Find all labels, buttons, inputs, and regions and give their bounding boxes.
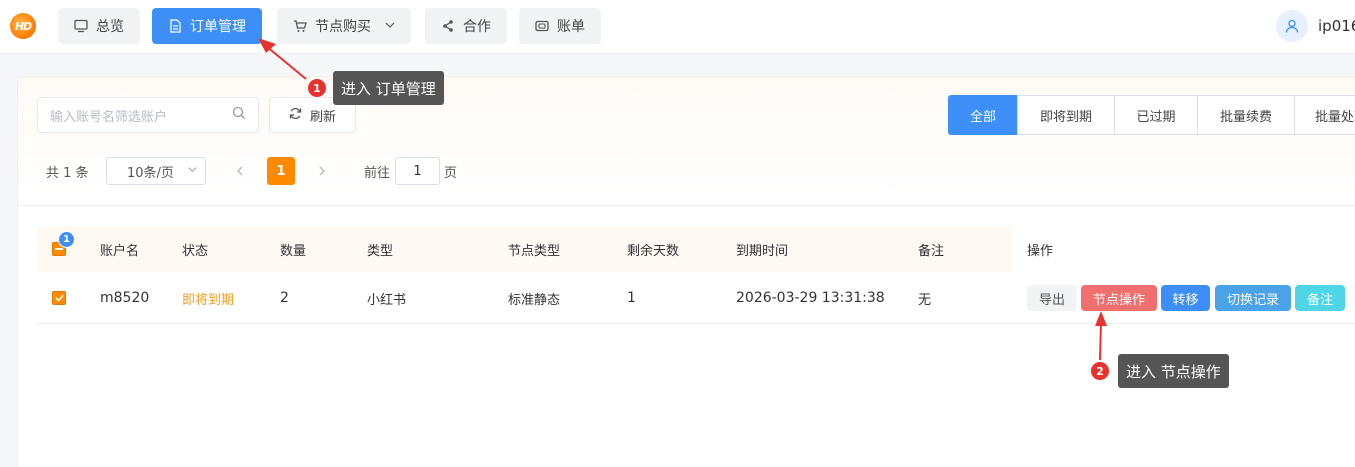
cell-days-left: 1 [627, 290, 636, 306]
selected-count-badge: 1 [58, 231, 75, 248]
monitor-icon [74, 19, 88, 33]
chevron-down-icon [188, 165, 197, 177]
page-size-value: 10条/页 [127, 165, 174, 181]
column-header-node-type: 节点类型 [508, 243, 561, 259]
filter-expiring-soon[interactable]: 即将到期 [1017, 95, 1115, 135]
filter-expired[interactable]: 已过期 [1114, 95, 1198, 135]
top-navigation-bar: HD 总览 订单管理 节点购买 合作 账单 ip01 [0, 0, 1355, 54]
user-menu[interactable]: ip0168 [1276, 10, 1355, 42]
refresh-icon [289, 107, 302, 124]
prev-page-button[interactable] [230, 157, 250, 185]
search-placeholder: 输入账号名筛选账户 [50, 109, 168, 125]
nav-tab-overview[interactable]: 总览 [58, 8, 140, 44]
status-filter-group: 全部 即将到期 已过期 批量续费 批量处理 [948, 95, 1355, 135]
share-icon [441, 19, 455, 33]
column-header-type: 类型 [367, 243, 394, 259]
annotation-step-2-badge: 2 [1090, 361, 1110, 381]
goto-page-input[interactable]: 1 [395, 157, 440, 185]
total-count: 共 1 条 [46, 165, 89, 181]
nav-tab-order-management[interactable]: 订单管理 [152, 8, 262, 44]
cell-account: m8520 [100, 290, 150, 306]
user-avatar-icon [1276, 10, 1308, 42]
export-button[interactable]: 导出 [1027, 285, 1077, 311]
column-header-expire-time: 到期时间 [736, 243, 789, 259]
username: ip0168 [1318, 17, 1355, 35]
nav-tab-label: 总览 [96, 19, 124, 35]
filter-batch-renew[interactable]: 批量续费 [1197, 95, 1295, 135]
remark-button[interactable]: 备注 [1295, 285, 1345, 311]
nav-tab-label: 账单 [557, 19, 585, 35]
filter-batch-process[interactable]: 批量处理 [1294, 95, 1355, 135]
nav-tab-label: 合作 [463, 19, 491, 35]
column-header-status: 状态 [182, 243, 209, 259]
account-search-input[interactable]: 输入账号名筛选账户 [37, 97, 259, 133]
bill-icon [535, 19, 549, 33]
node-operation-button[interactable]: 节点操作 [1081, 285, 1157, 311]
annotation-step-2-tooltip: 进入 节点操作 [1118, 354, 1229, 388]
chevron-down-icon [385, 20, 395, 33]
cell-quantity: 2 [280, 290, 289, 306]
column-header-days-left: 剩余天数 [627, 243, 680, 259]
goto-prefix: 前往 [364, 165, 391, 181]
nav-tab-bill[interactable]: 账单 [519, 8, 601, 44]
app-logo[interactable]: HD [10, 13, 36, 39]
search-icon[interactable] [232, 106, 246, 124]
column-header-quantity: 数量 [280, 243, 307, 259]
switch-record-button[interactable]: 切换记录 [1215, 285, 1291, 311]
row-checkbox[interactable] [52, 272, 66, 324]
cell-remark: 无 [918, 292, 932, 308]
nav-tab-label: 订单管理 [190, 19, 246, 35]
cell-expire-time: 2026-03-29 13:31:38 [736, 290, 885, 306]
page-size-select[interactable]: 10条/页 [106, 157, 206, 185]
table-header [37, 226, 1355, 272]
cart-icon [293, 19, 307, 33]
current-page-number[interactable]: 1 [267, 157, 295, 185]
filter-all[interactable]: 全部 [948, 95, 1018, 135]
annotation-step-1-tooltip: 进入 订单管理 [333, 71, 444, 105]
nav-tab-cooperation[interactable]: 合作 [425, 8, 507, 44]
row-divider [37, 323, 1355, 324]
refresh-label: 刷新 [309, 109, 336, 125]
document-icon [168, 19, 182, 33]
cell-status: 即将到期 [182, 292, 235, 308]
transfer-button[interactable]: 转移 [1161, 285, 1210, 311]
cell-type: 小红书 [367, 292, 407, 308]
column-header-actions: 操作 [1027, 243, 1054, 259]
goto-suffix: 页 [444, 165, 458, 181]
section-divider [17, 205, 1355, 206]
next-page-button[interactable] [312, 157, 332, 185]
column-header-account: 账户名 [100, 243, 140, 259]
nav-tab-node-purchase[interactable]: 节点购买 [277, 8, 411, 44]
column-header-remark: 备注 [918, 243, 945, 259]
annotation-step-1-badge: 1 [307, 78, 327, 98]
cell-node-type: 标准静态 [508, 292, 561, 308]
nav-tab-label: 节点购买 [315, 19, 371, 35]
